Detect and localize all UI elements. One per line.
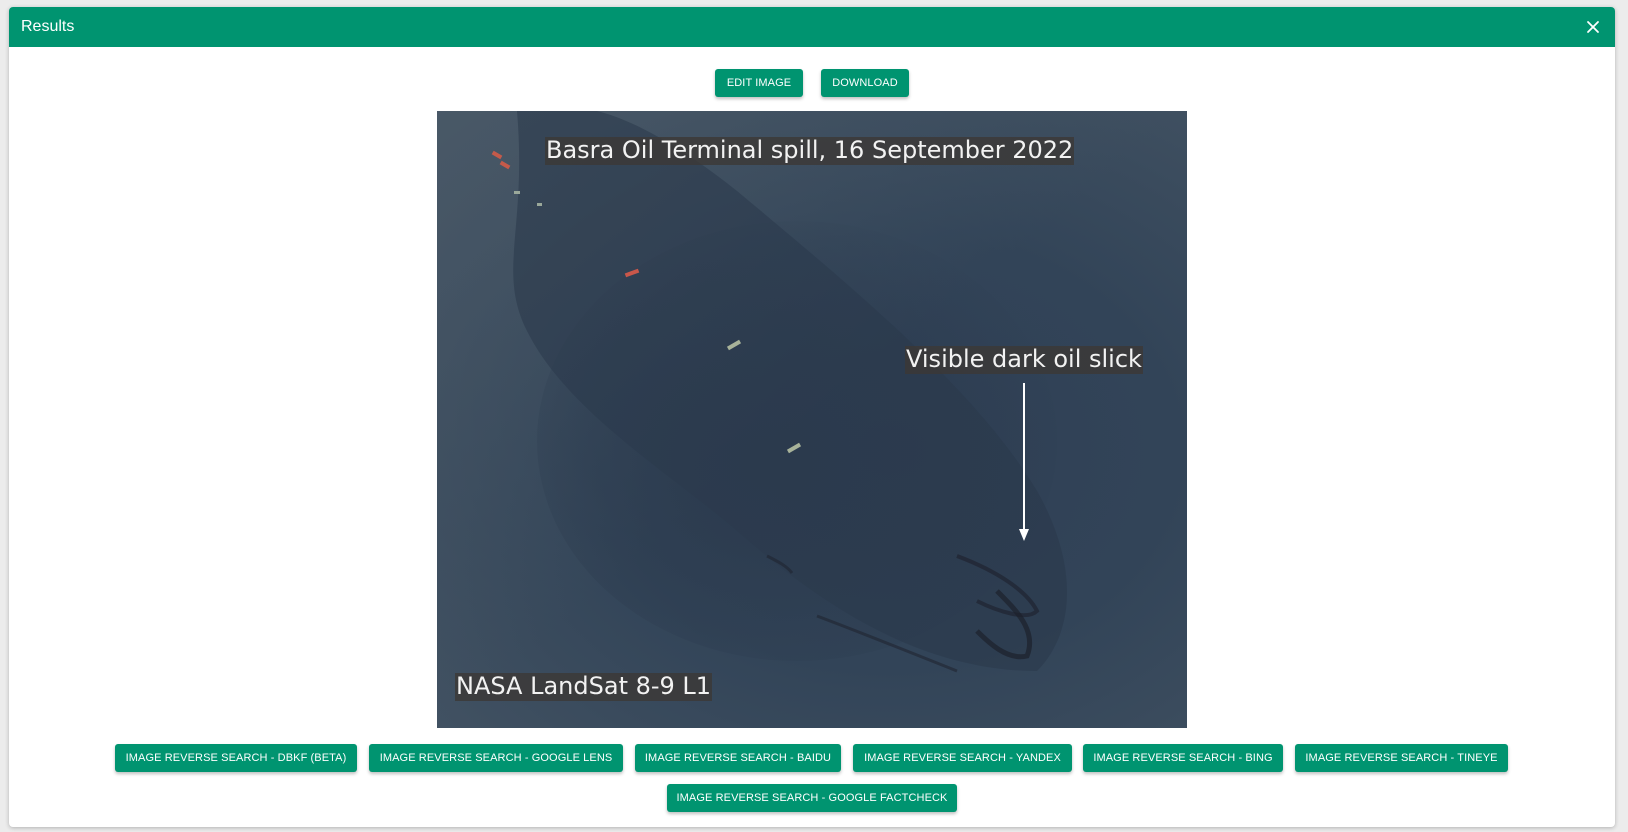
reverse-search-dbkf-button[interactable]: IMAGE REVERSE SEARCH - DBKF (BETA) <box>115 744 357 772</box>
reverse-search-yandex-button[interactable]: IMAGE REVERSE SEARCH - YANDEX <box>853 744 1072 772</box>
oil-slick-annotation: Visible dark oil slick <box>905 345 1143 374</box>
edit-image-button[interactable]: EDIT IMAGE <box>715 69 803 97</box>
image-credit: NASA LandSat 8-9 L1 <box>455 672 713 701</box>
close-icon <box>1587 21 1599 33</box>
close-button[interactable] <box>1581 15 1605 39</box>
satellite-image <box>437 111 1187 728</box>
download-button[interactable]: DOWNLOAD <box>821 69 909 97</box>
image-title-overlay: Basra Oil Terminal spill, 16 September 2… <box>545 136 1075 165</box>
reverse-search-bing-button[interactable]: IMAGE REVERSE SEARCH - BING <box>1083 744 1283 772</box>
reverse-search-google-lens-button[interactable]: IMAGE REVERSE SEARCH - GOOGLE LENS <box>369 744 623 772</box>
reverse-search-google-factcheck-button[interactable]: IMAGE REVERSE SEARCH - GOOGLE FACTCHECK <box>667 784 957 812</box>
dialog-title: Results <box>21 18 75 35</box>
reverse-search-baidu-button[interactable]: IMAGE REVERSE SEARCH - BAIDU <box>635 744 841 772</box>
results-dialog: Results EDIT IMAGE DOWNLOAD Basra Oil Te… <box>9 7 1615 827</box>
result-image: Basra Oil Terminal spill, 16 September 2… <box>437 111 1187 728</box>
reverse-search-tineye-button[interactable]: IMAGE REVERSE SEARCH - TINEYE <box>1295 744 1508 772</box>
dialog-header: Results <box>9 7 1615 47</box>
